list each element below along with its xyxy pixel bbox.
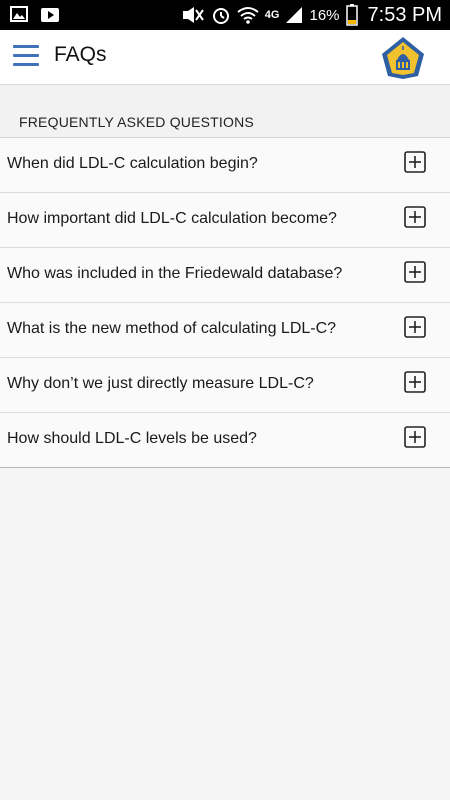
clock: 7:53 PM [367,3,442,26]
section-header: FREQUENTLY ASKED QUESTIONS [0,85,450,138]
hospital-dome-shield-logo [382,37,424,79]
faq-question: When did LDL-C calculation begin? [7,155,258,172]
status-bar-notifications [10,5,60,23]
network-type-label: 4G [264,9,280,21]
plus-square-icon[interactable] [404,316,426,338]
battery-icon [345,4,358,26]
faq-question: How should LDL-C levels be used? [7,430,257,447]
section-title: FREQUENTLY ASKED QUESTIONS [19,114,254,130]
faq-item[interactable]: Why don’t we just directly measure LDL-C… [0,358,450,413]
gallery-icon [10,6,28,22]
page-title: FAQs [54,43,107,66]
app-bar: FAQs [0,30,450,85]
faq-question: Who was included in the Friedewald datab… [7,265,343,282]
mute-icon [182,7,204,23]
faq-item[interactable]: How important did LDL-C calculation beco… [0,193,450,248]
faq-item[interactable]: When did LDL-C calculation begin? [0,138,450,193]
plus-square-icon[interactable] [404,426,426,448]
faq-item[interactable]: How should LDL-C levels be used? [0,413,450,468]
signal-icon [286,7,303,23]
faq-item[interactable]: Who was included in the Friedewald datab… [0,248,450,303]
alarm-icon [212,8,229,24]
plus-square-icon[interactable] [404,206,426,228]
status-bar: 4G 16% 7:53 PM [0,0,450,30]
faq-list: When did LDL-C calculation begin? How im… [0,138,450,468]
hamburger-menu-icon[interactable] [13,45,39,69]
faq-question: Why don’t we just directly measure LDL-C… [7,375,314,392]
battery-percent: 16% [309,6,340,24]
plus-square-icon[interactable] [404,151,426,173]
plus-square-icon[interactable] [404,371,426,393]
faq-item[interactable]: What is the new method of calculating LD… [0,303,450,358]
plus-square-icon[interactable] [404,261,426,283]
faq-question: How important did LDL-C calculation beco… [7,210,337,227]
status-bar-system: 4G 16% 7:53 PM [181,0,442,30]
play-store-icon [41,8,59,22]
faq-question: What is the new method of calculating LD… [7,320,337,337]
wifi-icon [237,7,259,24]
